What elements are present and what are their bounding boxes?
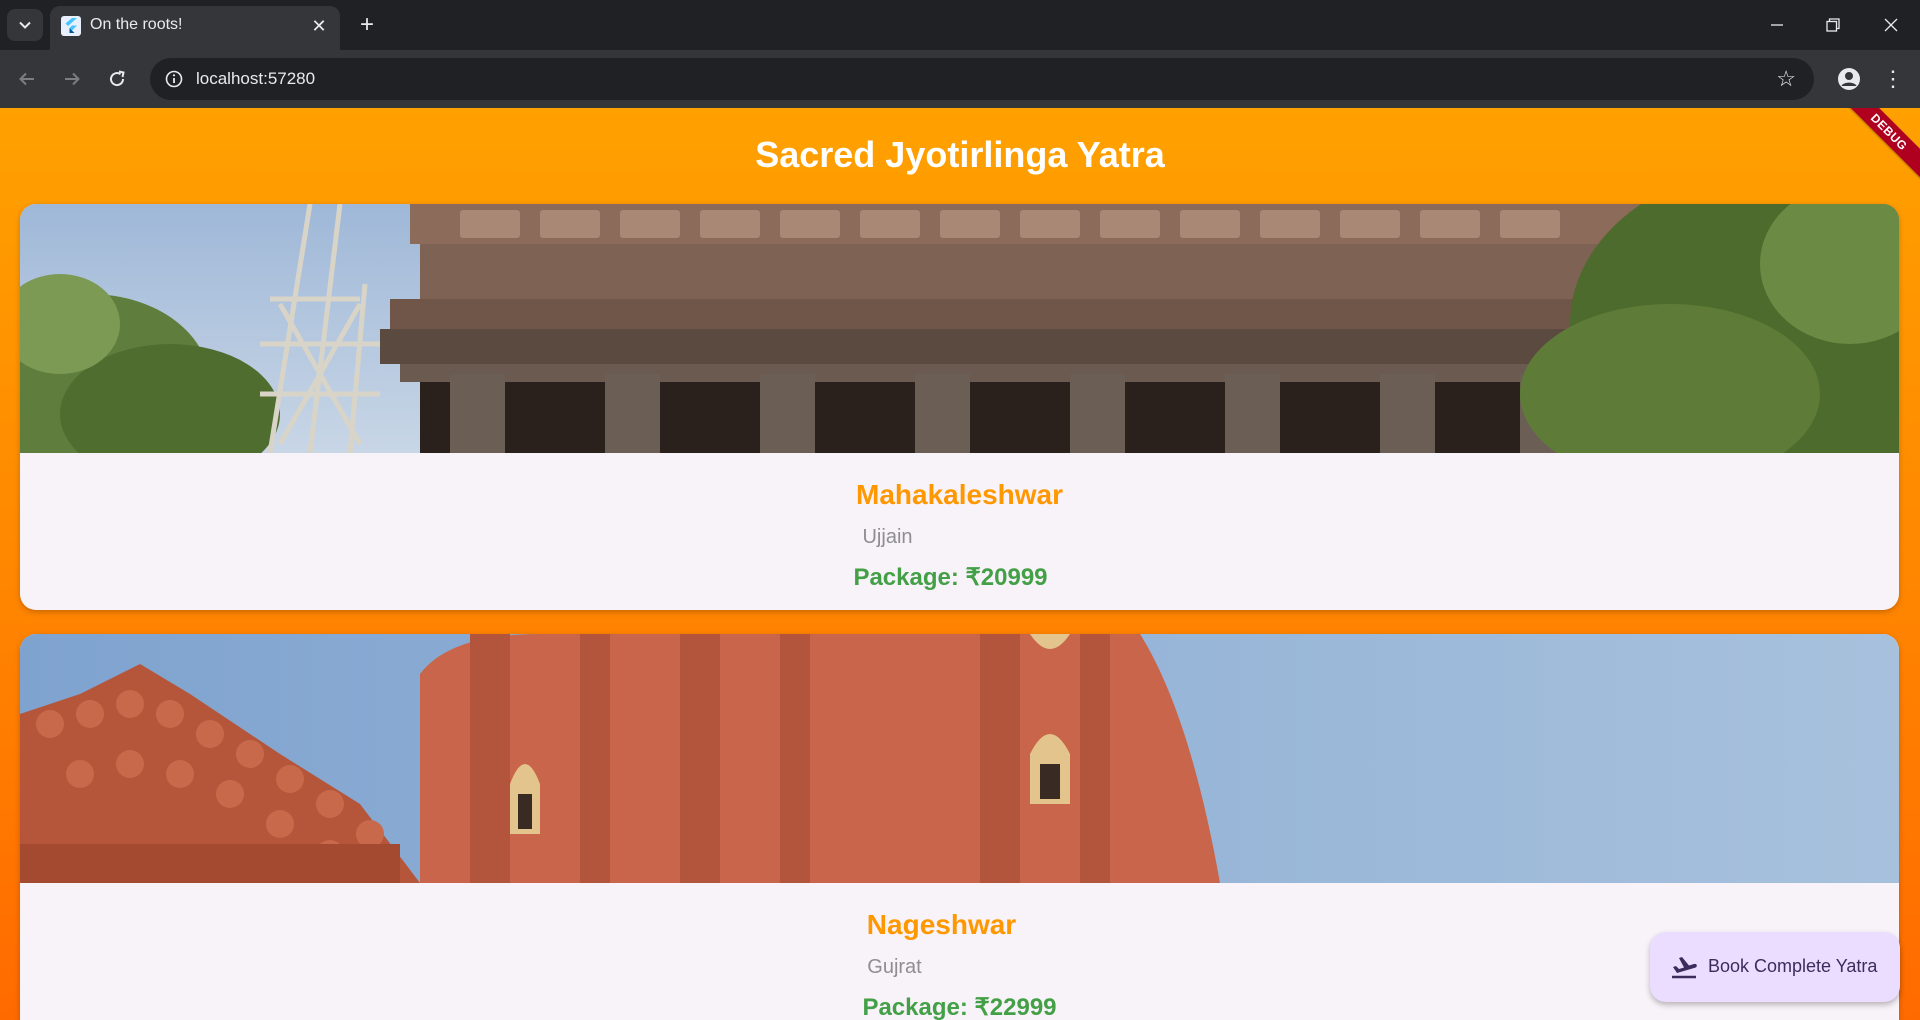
temple-city: Gujrat — [867, 956, 922, 978]
temple-price: Package: ₹20999 — [853, 564, 1048, 591]
bookmark-star-icon[interactable]: ☆ — [1776, 66, 1796, 92]
flight-takeoff-icon — [1672, 957, 1697, 979]
close-tab-icon[interactable]: ✕ — [306, 13, 332, 39]
close-window-icon[interactable] — [1864, 0, 1918, 50]
new-tab-icon[interactable]: + — [352, 10, 382, 40]
temple-card-nageshwar[interactable]: Nageshwar Gujrat Package: ₹22999 — [20, 634, 1899, 1020]
tab-search-button[interactable] — [7, 9, 43, 41]
page-title: Sacred Jyotirlinga Yatra — [755, 134, 1165, 175]
flutter-favicon-icon — [61, 16, 81, 36]
temple-photo-nageshwar — [20, 634, 1899, 883]
browser-menu-icon[interactable]: ⋮ — [1878, 62, 1908, 96]
url-text: localhost:57280 — [196, 69, 316, 88]
temple-name: Nageshwar — [866, 909, 1017, 940]
temple-card-mahakaleshwar[interactable]: Mahakaleshwar Ujjain Package: ₹20999 — [20, 204, 1899, 610]
reload-icon[interactable] — [100, 62, 134, 96]
forward-arrow-icon[interactable] — [55, 62, 89, 96]
temple-city: Ujjain — [862, 526, 913, 548]
temple-name: Mahakaleshwar — [856, 479, 1063, 510]
address-bar[interactable]: localhost:57280 ☆ — [150, 58, 1814, 100]
profile-avatar-icon[interactable] — [1833, 63, 1865, 95]
fab-label: Book Complete Yatra — [1708, 956, 1878, 976]
browser-tab-active[interactable]: On the roots! ✕ — [50, 6, 340, 50]
site-info-icon[interactable] — [162, 67, 186, 91]
minimize-window-icon[interactable] — [1750, 0, 1804, 50]
tab-title: On the roots! — [90, 16, 183, 33]
browser-tab-strip: On the roots! ✕ + — [0, 0, 1920, 50]
temple-price: Package: ₹22999 — [862, 994, 1057, 1020]
browser-toolbar: localhost:57280 ☆ ⋮ — [0, 50, 1920, 108]
restore-window-icon[interactable] — [1806, 0, 1860, 50]
temple-photo-mahakaleshwar — [20, 204, 1899, 453]
app-viewport: Sacred Jyotirlinga Yatra DEBUG Mahakales… — [0, 108, 1920, 1020]
chevron-down-icon — [19, 21, 31, 29]
book-complete-yatra-button[interactable]: Book Complete Yatra — [1650, 932, 1900, 1002]
back-arrow-icon[interactable] — [10, 62, 44, 96]
